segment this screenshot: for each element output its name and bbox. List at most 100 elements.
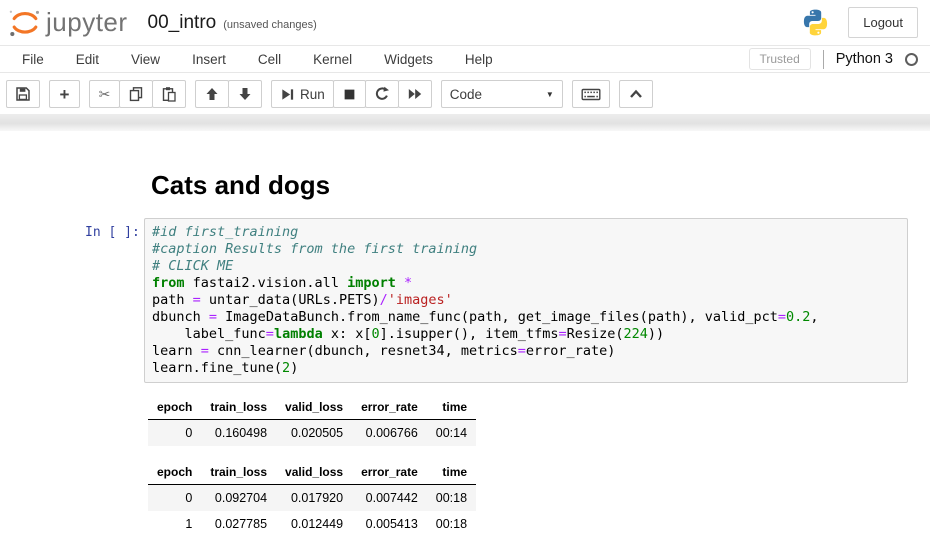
code-line: # CLICK ME	[152, 258, 900, 275]
table-cell: 0	[148, 420, 201, 447]
table-cell: 0.006766	[352, 420, 427, 447]
code-line: #caption Results from the first training	[152, 241, 900, 258]
refresh-icon	[374, 86, 390, 102]
jupyter-logo-icon	[8, 6, 42, 40]
command-palette-button[interactable]	[572, 80, 610, 108]
code-line: learn.fine_tune(2)	[152, 360, 900, 377]
arrow-up-icon	[204, 86, 220, 102]
step-forward-icon	[280, 87, 295, 102]
keyboard-icon	[581, 86, 601, 102]
output-prompt	[85, 460, 144, 466]
toolbar: + ✂	[0, 73, 930, 114]
caret-down-icon: ▼	[546, 90, 554, 99]
menu-kernel[interactable]: Kernel	[297, 46, 368, 73]
header-shadow	[0, 114, 930, 131]
python-logo-icon	[801, 8, 830, 37]
jupyter-logo[interactable]: jupyter	[8, 6, 128, 40]
training-results-table: epochtrain_lossvalid_losserror_ratetime0…	[148, 460, 476, 537]
save-button[interactable]	[6, 80, 40, 108]
menu-edit[interactable]: Edit	[60, 46, 115, 73]
fast-forward-icon	[407, 86, 423, 102]
column-header: time	[427, 395, 476, 420]
table-cell: 0.020505	[276, 420, 352, 447]
table-cell: 0.012449	[276, 511, 352, 537]
header-bar: jupyter 00_intro (unsaved changes) Logou…	[0, 0, 930, 45]
menu-help[interactable]: Help	[449, 46, 509, 73]
markdown-cell[interactable]: Cats and dogs	[85, 170, 908, 218]
table-cell: 0.005413	[352, 511, 427, 537]
stop-icon	[342, 87, 357, 102]
code-input-area[interactable]: #id first_training#caption Results from …	[144, 218, 908, 383]
input-prompt: In [ ]:	[85, 218, 144, 241]
table-cell: 1	[148, 511, 201, 537]
column-header: epoch	[148, 395, 201, 420]
code-line: path = untar_data(URLs.PETS)/'images'	[152, 292, 900, 309]
copy-icon	[128, 86, 144, 102]
table-cell: 00:18	[427, 511, 476, 537]
markdown-prompt	[85, 170, 144, 176]
run-cell-button[interactable]: Run	[271, 80, 334, 108]
code-line: dbunch = ImageDataBunch.from_name_func(p…	[152, 309, 900, 326]
menu-insert[interactable]: Insert	[176, 46, 242, 73]
move-cell-up-button[interactable]	[195, 80, 229, 108]
cell-type-select[interactable]: Code ▼	[441, 80, 563, 108]
paste-icon	[161, 86, 177, 102]
paste-cells-button[interactable]	[152, 80, 186, 108]
menu-cell[interactable]: Cell	[242, 46, 297, 73]
collapse-toolbar-button[interactable]	[619, 80, 653, 108]
notebook-container: Cats and dogs In [ ]: #id first_training…	[0, 131, 930, 537]
table-row: 00.0927040.0179200.00744200:18	[148, 485, 476, 512]
interrupt-kernel-button[interactable]	[333, 80, 366, 108]
save-icon	[15, 86, 31, 102]
move-cell-down-button[interactable]	[228, 80, 262, 108]
column-header: train_loss	[201, 460, 276, 485]
table-cell: 0.092704	[201, 485, 276, 512]
code-line: label_func=lambda x: x[0].isupper(), ite…	[152, 326, 900, 343]
code-line: #id first_training	[152, 224, 900, 241]
code-cell[interactable]: In [ ]: #id first_training#caption Resul…	[85, 218, 908, 383]
table-cell: 0.007442	[352, 485, 427, 512]
column-header: epoch	[148, 460, 201, 485]
code-line: from fastai2.vision.all import *	[152, 275, 900, 292]
cell-type-selected-value: Code	[450, 87, 482, 102]
arrow-down-icon	[237, 86, 253, 102]
app-name: jupyter	[46, 7, 128, 38]
notebook-title: 00_intro (unsaved changes)	[148, 12, 317, 34]
plus-icon: +	[60, 86, 70, 103]
output-cell: epochtrain_lossvalid_losserror_ratetime0…	[85, 395, 908, 446]
menu-file[interactable]: File	[6, 46, 60, 73]
column-header: error_rate	[352, 395, 427, 420]
chevron-up-icon	[628, 87, 644, 101]
cut-cells-button[interactable]: ✂	[89, 80, 120, 108]
code-line: learn = cnn_learner(dbunch, resnet34, me…	[152, 343, 900, 360]
column-header: error_rate	[352, 460, 427, 485]
column-header: time	[427, 460, 476, 485]
table-row: 10.0277850.0124490.00541300:18	[148, 511, 476, 537]
table-row: 00.1604980.0205050.00676600:14	[148, 420, 476, 447]
notebook-name[interactable]: 00_intro	[148, 12, 217, 34]
scissors-icon: ✂	[99, 87, 111, 101]
restart-run-all-button[interactable]	[398, 80, 432, 108]
trusted-button[interactable]: Trusted	[749, 48, 811, 70]
menu-widgets[interactable]: Widgets	[368, 46, 449, 73]
logout-button[interactable]: Logout	[848, 7, 918, 38]
kernel-separator	[823, 50, 824, 69]
output-cell: epochtrain_lossvalid_losserror_ratetime0…	[85, 460, 908, 537]
table-cell: 0	[148, 485, 201, 512]
column-header: valid_loss	[276, 395, 352, 420]
kernel-name: Python 3	[836, 51, 893, 67]
restart-kernel-button[interactable]	[365, 80, 399, 108]
jupyter-notebook-app: jupyter 00_intro (unsaved changes) Logou…	[0, 0, 930, 537]
autosave-status: (unsaved changes)	[223, 19, 317, 31]
markdown-heading[interactable]: Cats and dogs	[151, 170, 908, 201]
insert-cell-below-button[interactable]: +	[49, 80, 80, 108]
output-prompt	[85, 395, 144, 401]
table-cell: 0.160498	[201, 420, 276, 447]
training-results-table: epochtrain_lossvalid_losserror_ratetime0…	[148, 395, 476, 446]
column-header: valid_loss	[276, 460, 352, 485]
copy-cells-button[interactable]	[119, 80, 153, 108]
table-cell: 00:18	[427, 485, 476, 512]
kernel-idle-icon	[905, 53, 918, 66]
table-cell: 0.017920	[276, 485, 352, 512]
menu-view[interactable]: View	[115, 46, 176, 73]
